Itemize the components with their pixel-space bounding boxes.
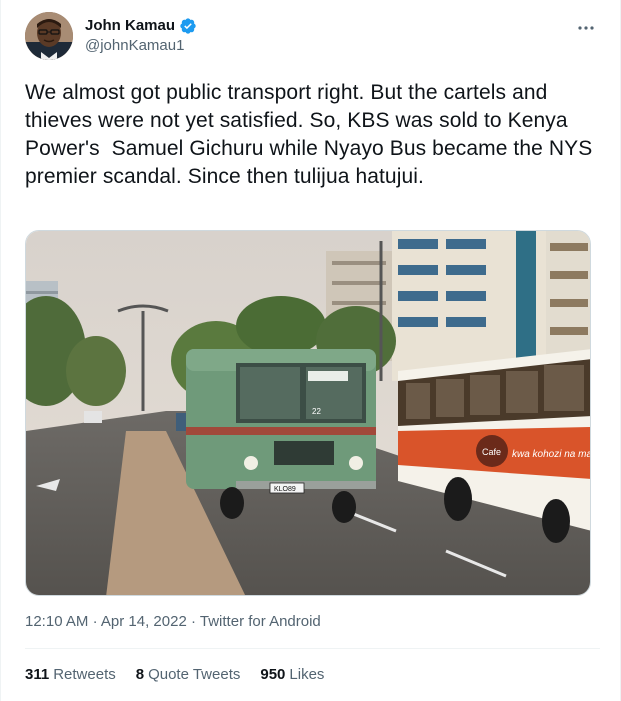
tweet-meta: 12:10 AM · Apr 14, 2022 · Twitter for An… (25, 612, 321, 632)
avatar[interactable] (25, 12, 73, 60)
more-options-icon[interactable] (572, 14, 600, 42)
retweets-count: 311 (25, 666, 50, 683)
bus-plate: KLO89 (274, 486, 296, 493)
likes-stat[interactable]: 950 Likes (260, 665, 324, 685)
author-block: John Kamau @johnKamau1 (85, 17, 197, 56)
meta-separator: · (190, 613, 196, 630)
engagement-stats: 311 Retweets 8 Quote Tweets 950 Likes (25, 665, 324, 685)
retweets-label: Retweets (53, 666, 116, 683)
retweets-stat[interactable]: 311 Retweets (25, 665, 116, 685)
display-name[interactable]: John Kamau (85, 17, 175, 35)
quote-tweets-label: Quote Tweets (148, 666, 241, 683)
user-handle[interactable]: @johnKamau1 (85, 36, 197, 56)
quote-tweets-count: 8 (135, 666, 145, 683)
tweet-source[interactable]: Twitter for Android (200, 613, 321, 630)
tweet-time[interactable]: 12:10 AM (25, 613, 88, 630)
ad-brand: Cafe (482, 447, 501, 457)
name-row: John Kamau (85, 17, 197, 35)
bus-route-sign: 22 (312, 407, 321, 416)
tweet-date[interactable]: Apr 14, 2022 (101, 613, 187, 630)
divider (25, 648, 600, 649)
tweet-text: We almost got public transport right. Bu… (25, 81, 599, 188)
tweet-header: John Kamau @johnKamau1 (25, 12, 600, 64)
likes-label: Likes (289, 666, 325, 683)
ad-slogan: kwa kohozi na mafua (512, 449, 591, 460)
quote-tweets-stat[interactable]: 8 Quote Tweets (136, 665, 241, 685)
meta-separator: · (92, 613, 98, 630)
likes-count: 950 (260, 666, 286, 683)
verified-badge-icon (179, 17, 197, 35)
tweet-card: John Kamau @johnKamau1 We almost got pub… (0, 0, 621, 701)
tweet-photo[interactable]: 22 KLO89 Cafe kwa kohozi na mafua (25, 230, 591, 596)
